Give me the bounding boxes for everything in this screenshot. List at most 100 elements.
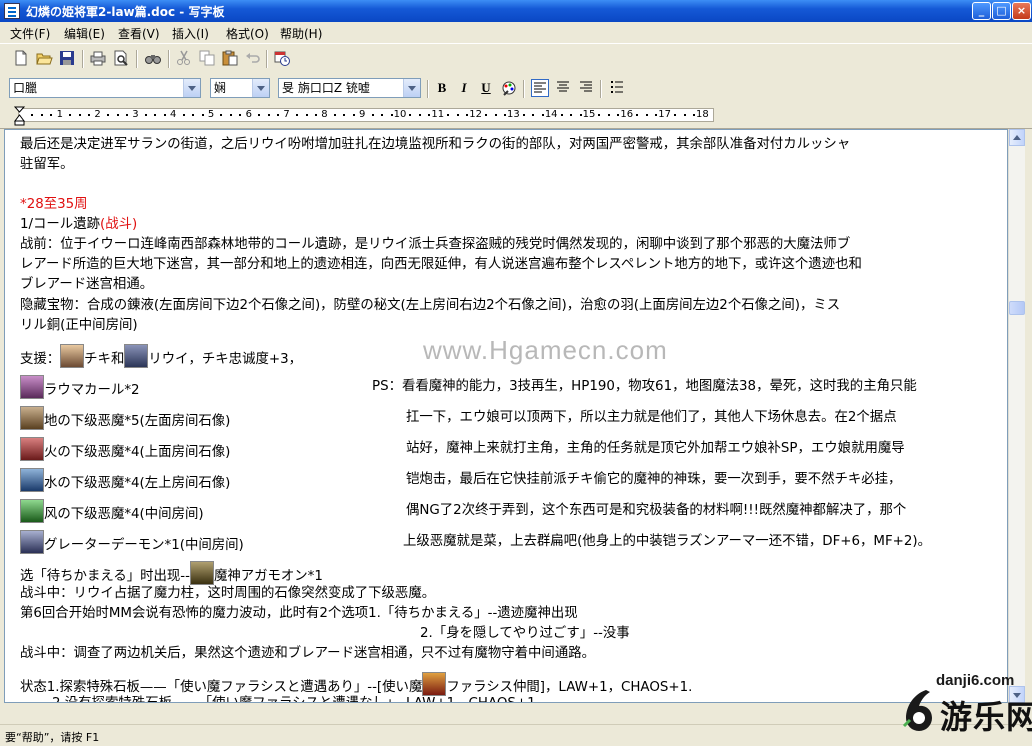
ruler-number: 7	[283, 109, 290, 120]
ruler-tick	[78, 114, 81, 116]
vertical-scrollbar[interactable]	[1008, 129, 1025, 703]
menu-insert[interactable]: 插入(I)	[172, 25, 209, 42]
document-area[interactable]: 最后还是决定进军サランの街道，之后リウイ吩咐增加驻扎在边境监视所和ラクの街的部队…	[4, 129, 1008, 703]
scrollbar-thumb[interactable]	[1009, 301, 1025, 315]
enemy-row: 水の下级恶魔*4(左上房间石像)	[20, 468, 230, 494]
toolbar-separator	[168, 50, 170, 68]
ruler-tick	[144, 114, 147, 116]
wordpad-icon[interactable]	[4, 3, 20, 19]
ruler-tick	[220, 114, 223, 116]
find-binoculars-icon[interactable]	[144, 49, 162, 67]
menu-help[interactable]: 帮助(H)	[280, 25, 322, 42]
ruler-tick	[466, 114, 469, 116]
selection-text: 选「待ちかまえる」时出现--	[20, 569, 190, 584]
enemy-row: 火の下级恶魔*4(上面房间石像)	[20, 437, 230, 463]
enemy-row: 地の下级恶魔*5(左面房间石像)	[20, 406, 230, 432]
ruler-tick	[154, 114, 157, 116]
bullet-list-icon	[611, 81, 623, 93]
save-disk-icon[interactable]	[58, 49, 76, 67]
ruler-number: 12	[469, 109, 482, 120]
menu-view[interactable]: 查看(V)	[118, 25, 160, 42]
insert-datetime-icon[interactable]	[273, 49, 291, 67]
ruler-tick	[447, 114, 450, 116]
enemy-row: 风の下级恶魔*4(中间房间)	[20, 499, 204, 525]
ruler-tick	[182, 114, 185, 116]
ruler-tick	[503, 114, 506, 116]
ps-line: 铠炮击，最后在它快挂前派チキ偷它的魔神的神珠，要一次到手，要不然チキ必挂，	[406, 472, 902, 487]
scroll-up-arrow-icon[interactable]	[1009, 129, 1025, 146]
maximize-button[interactable]: □	[992, 2, 1011, 20]
greater-demon-sprite-icon	[20, 530, 44, 554]
ruler-tick	[522, 114, 525, 116]
font-name-combo[interactable]: 口臘	[9, 78, 201, 98]
ruler-tick	[541, 114, 544, 116]
ruler-tick	[88, 114, 91, 116]
ps-line: 偶NG了2次终于弄到，这个东西可是和究极装备的材料啊!!!既然魔神都解决了，那个	[406, 503, 907, 518]
doc-section-heading: 1/コール遺跡(战斗)	[20, 215, 137, 235]
ruler-number: 13	[507, 109, 520, 120]
ruler-number: 4	[170, 109, 177, 120]
font-size-combo[interactable]: 娴	[210, 78, 270, 98]
print-icon[interactable]	[89, 49, 107, 67]
open-folder-icon[interactable]	[35, 49, 53, 67]
doc-line: 战斗中：リウイ占据了魔力柱，这时周围的石像突然变成了下级恶魔。	[20, 586, 436, 601]
standard-toolbar	[0, 43, 1032, 74]
logo-six-icon	[902, 690, 932, 731]
color-palette-icon[interactable]	[500, 80, 518, 98]
ruler-number: 1	[56, 109, 63, 120]
doc-line: リル銅(正中间房间)	[20, 318, 138, 333]
menu-edit[interactable]: 编辑(E)	[64, 25, 105, 42]
ruler-tick	[409, 114, 412, 116]
font-script-combo[interactable]: 旻 旃口口Z 铳嘘	[278, 78, 421, 98]
align-right-button[interactable]	[577, 79, 595, 97]
site-logo: danji6.com 游乐网	[882, 672, 1032, 746]
new-document-icon[interactable]	[12, 49, 30, 67]
enemy-row: グレーターデーモン*1(中间房间)	[20, 530, 244, 556]
underline-button[interactable]: U	[477, 79, 495, 97]
minimize-button[interactable]: _	[972, 2, 991, 20]
toolbar-separator	[427, 80, 429, 98]
align-left-button[interactable]	[531, 79, 549, 97]
earth-demon-sprite-icon	[20, 406, 44, 430]
doc-line: 2.没有探索特殊石板——「使い魔ファラシスと遭遇なし」，LAW+1，CHAOS+…	[52, 694, 536, 702]
copy-icon[interactable]	[198, 49, 216, 67]
toolbar-separator	[82, 50, 84, 68]
status-text: 状态1.探索特殊石板——「使い魔ファラシスと遭遇あり」--[使い魔	[20, 680, 423, 695]
align-center-button[interactable]	[554, 79, 572, 97]
enemy-name: ラウマカール*2	[44, 383, 140, 398]
riui-portrait-icon	[124, 344, 149, 368]
chiki-portrait-icon	[60, 344, 85, 368]
enemy-name: 风の下级恶魔*4(中间房间)	[44, 507, 204, 522]
ruler-tick	[655, 114, 658, 116]
support-line: 支援： チキ和 リウイ，チキ忠诚度+3，	[20, 344, 302, 370]
ruler[interactable]: 1 2 3 4 5 6 7 8 9 10 11 12 13 14 15 16 17 18	[0, 104, 1032, 129]
chevron-down-icon[interactable]	[183, 79, 200, 97]
print-preview-icon[interactable]	[112, 49, 130, 67]
cut-scissors-icon[interactable]	[175, 49, 193, 67]
farasis-sprite-icon	[422, 672, 447, 696]
ruler-tick	[645, 114, 648, 116]
ruler-tick	[692, 114, 695, 116]
undo-icon[interactable]	[244, 49, 262, 67]
chevron-down-icon[interactable]	[252, 79, 269, 97]
water-demon-sprite-icon	[20, 468, 44, 492]
support-result: リウイ，チキ忠诚度+3，	[148, 352, 302, 367]
toolbar-separator	[523, 80, 525, 98]
menu-file[interactable]: 文件(F)	[10, 25, 50, 42]
title-bar[interactable]: 幻燐の姫将軍2-law篇.doc - 写字板 _ □ ×	[0, 0, 1032, 22]
paste-clipboard-icon[interactable]	[221, 49, 239, 67]
chevron-down-icon[interactable]	[403, 79, 420, 97]
italic-button[interactable]: I	[455, 79, 473, 97]
ruler-number: 16	[620, 109, 634, 120]
ruler-tick	[50, 114, 53, 116]
ruler-tick	[333, 114, 336, 116]
bullets-button[interactable]	[608, 79, 626, 97]
indent-marker-icon[interactable]	[14, 106, 26, 128]
close-button[interactable]: ×	[1012, 2, 1031, 20]
font-size-value: 娴	[214, 81, 227, 95]
bold-button[interactable]: B	[433, 79, 451, 97]
align-left-icon	[534, 82, 546, 93]
menu-format[interactable]: 格式(O)	[226, 25, 269, 42]
status-result: ファラシス仲間]，LAW+1，CHAOS+1.	[446, 680, 693, 695]
enemy-name: 地の下级恶魔*5(左面房间石像)	[44, 414, 231, 429]
